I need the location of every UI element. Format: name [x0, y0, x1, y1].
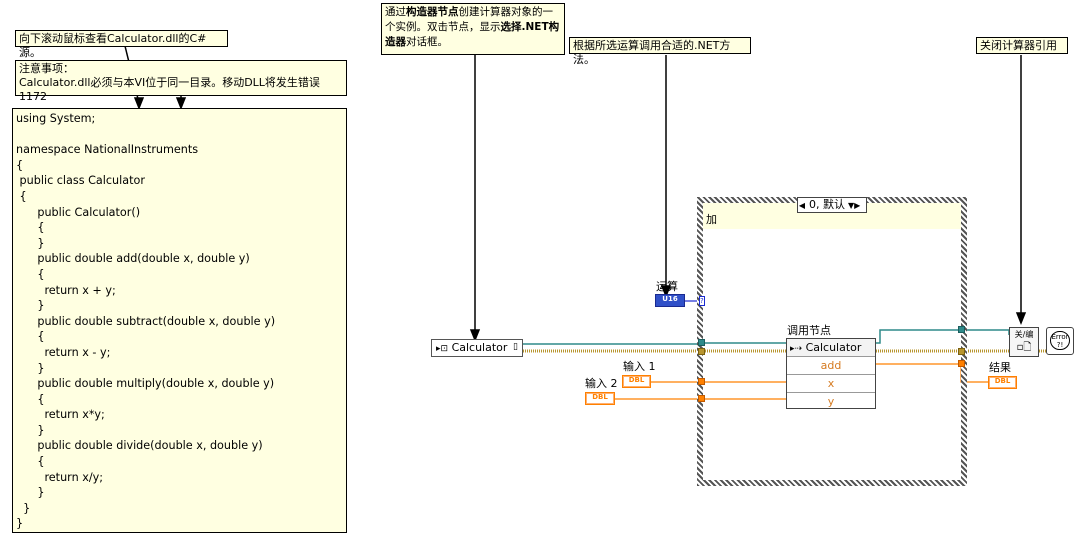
code-line: { [16, 158, 24, 172]
code-line: return x*y; [16, 408, 105, 422]
operation-terminal[interactable]: U16 [655, 294, 685, 307]
code-line: } [16, 423, 45, 437]
code-line: public double subtract(double x, double … [16, 314, 276, 328]
code-line: public Calculator() [16, 205, 141, 219]
code-line: } [16, 517, 24, 531]
warning-text: Calculator.dll必须与本VI位于同一目录。移动DLL将发生错误117… [19, 76, 320, 103]
code-line: using System; [16, 112, 96, 125]
invoke-param-y[interactable]: y [787, 392, 875, 410]
code-line: { [16, 455, 45, 469]
invoke-caption: 调用节点 [787, 324, 831, 337]
input1-label: 输入 1 [623, 360, 656, 373]
constructor-class: Calculator [451, 341, 508, 354]
error-tunnel-in [698, 348, 705, 355]
code-line: { [16, 267, 45, 281]
refnum-tunnel-in [698, 339, 705, 346]
close-node-text: 关/编 [1014, 330, 1034, 339]
scroll-hint-note: 向下滚动鼠标查看Calculator.dll的C#源。 [15, 30, 228, 59]
code-line: return x - y; [16, 345, 111, 359]
method-note: 根据所选运算调用合适的.NET方法。 [569, 37, 751, 66]
input1-tunnel [698, 378, 705, 385]
selector-terminal: ? [699, 296, 705, 306]
constructor-terminal-icon: ▯ [513, 342, 518, 352]
case-prev-icon[interactable]: ◀ [798, 199, 806, 213]
code-line: } [16, 501, 31, 515]
constructor-note: 通过构造器节点创建计算器对象的一个实例。双击节点，显示选择.NET构造器对话框。 [381, 3, 565, 55]
operation-label: 运算 [656, 280, 678, 293]
case-next-icon[interactable]: ▶ [854, 201, 860, 210]
input2-terminal[interactable]: DBL [585, 392, 615, 405]
refnum-tunnel-out [958, 326, 965, 333]
error-tunnel-out [958, 348, 965, 355]
code-line: } [16, 486, 45, 500]
input2-label: 输入 2 [585, 377, 618, 390]
close-note: 关闭计算器引用 [976, 37, 1068, 54]
code-line: public double divide(double x, double y) [16, 439, 263, 453]
invoke-node[interactable]: ▸⇢ Calculator add x y [786, 338, 876, 409]
code-line: namespace NationalInstruments [16, 143, 199, 157]
case-label: 加 [706, 213, 717, 226]
code-listing: using System; namespace NationalInstrume… [12, 108, 347, 533]
close-document-icon: ▫🗋 [1016, 342, 1032, 353]
code-line: } [16, 361, 45, 375]
result-tunnel-out [958, 360, 965, 367]
result-terminal[interactable]: DBL [988, 376, 1017, 389]
code-line: public class Calculator [16, 174, 145, 188]
code-line: return x + y; [16, 283, 116, 297]
error-handler-node[interactable]: Error ?! [1046, 327, 1074, 355]
constructor-icon: ▸⊡ [436, 344, 449, 354]
code-line: } [16, 299, 45, 313]
constructor-node[interactable]: ▸⊡ Calculator ▯ [431, 339, 523, 357]
input1-terminal[interactable]: DBL [622, 375, 651, 388]
arrow-close-head [1015, 312, 1027, 326]
input2-tunnel [698, 395, 705, 402]
code-line: { [16, 392, 45, 406]
code-line: { [16, 189, 27, 203]
invoke-param-x[interactable]: x [787, 374, 875, 392]
error-icon: Error ?! [1050, 331, 1070, 350]
warning-title: 注意事项： [19, 62, 74, 75]
invoke-header: ▸⇢ Calculator [787, 339, 875, 356]
code-line: { [16, 330, 45, 344]
invoke-arrow-icon: ▸⇢ [790, 344, 803, 354]
result-label: 结果 [989, 361, 1011, 374]
code-line: public double multiply(double x, double … [16, 377, 275, 391]
case-selector[interactable]: ◀ 0, 默认 ▼▶ [797, 197, 867, 213]
code-line: } [16, 236, 45, 250]
code-line: return x/y; [16, 470, 103, 484]
code-line: public double add(double x, double y) [16, 252, 250, 266]
warning-note: 注意事项： Calculator.dll必须与本VI位于同一目录。移动DLL将发… [15, 60, 347, 103]
close-reference-node[interactable]: 关/编 ▫🗋 [1009, 327, 1039, 357]
code-line: { [16, 221, 45, 235]
invoke-method-row[interactable]: add [787, 356, 875, 374]
